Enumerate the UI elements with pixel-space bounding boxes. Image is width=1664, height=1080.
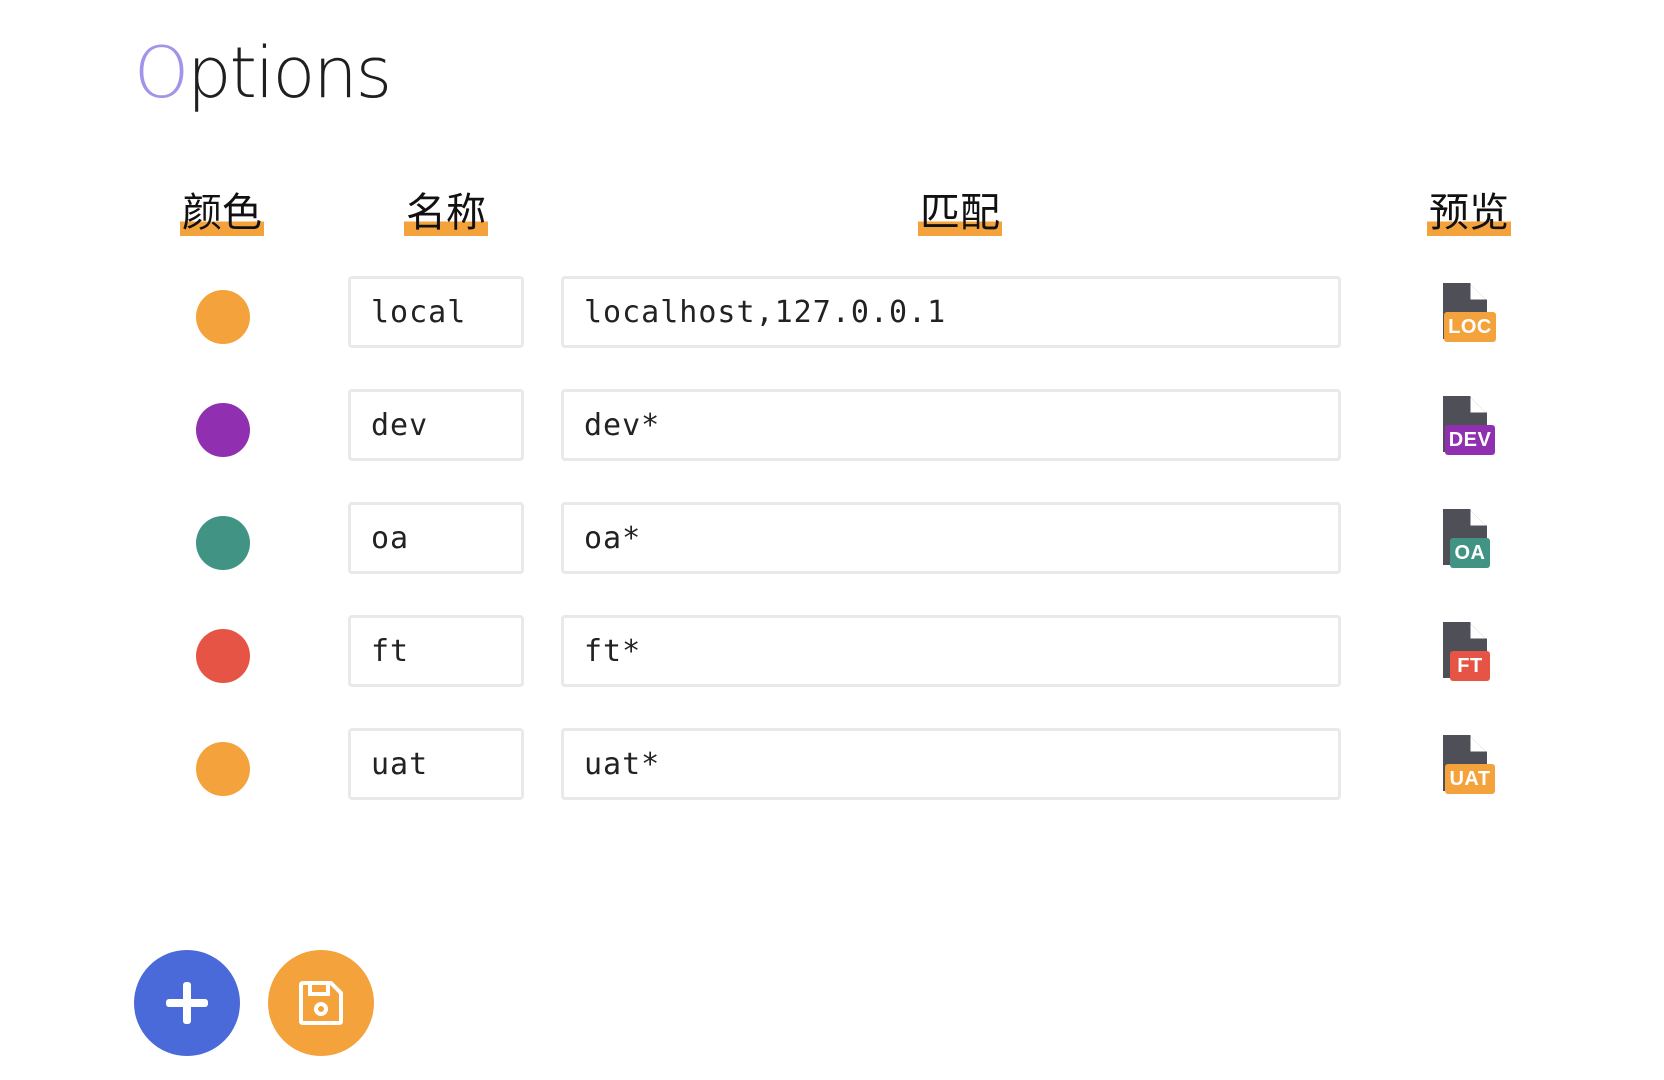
preview-badge: OA xyxy=(1450,538,1490,568)
page-title-initial: O xyxy=(134,32,189,114)
option-row: UAT xyxy=(0,728,1664,810)
preview-badge: LOC xyxy=(1444,312,1496,342)
match-input[interactable] xyxy=(561,615,1341,687)
page-title: Options xyxy=(134,28,392,118)
name-input[interactable] xyxy=(348,502,524,574)
option-row: DEV xyxy=(0,389,1664,471)
preview-badge: UAT xyxy=(1445,764,1495,794)
column-header-color: 颜色 xyxy=(171,190,273,250)
name-input[interactable] xyxy=(348,276,524,348)
name-input[interactable] xyxy=(348,389,524,461)
floppy-disk-icon xyxy=(299,981,343,1025)
color-swatch[interactable] xyxy=(196,742,250,796)
column-header-color-label: 颜色 xyxy=(180,190,264,236)
column-header-name: 名称 xyxy=(396,190,496,250)
save-button[interactable] xyxy=(268,950,374,1056)
color-swatch[interactable] xyxy=(196,629,250,683)
add-button[interactable] xyxy=(134,950,240,1056)
preview-icon: OA xyxy=(1432,509,1508,571)
option-row: LOC xyxy=(0,276,1664,358)
match-input[interactable] xyxy=(561,728,1341,800)
page-title-rest: ptions xyxy=(187,32,392,114)
name-input[interactable] xyxy=(348,728,524,800)
preview-icon: FT xyxy=(1432,622,1508,684)
preview-badge: DEV xyxy=(1444,425,1496,455)
column-header-preview: 预览 xyxy=(1419,190,1519,250)
column-header-preview-label: 预览 xyxy=(1427,190,1511,236)
match-input[interactable] xyxy=(561,389,1341,461)
preview-icon: DEV xyxy=(1432,396,1508,458)
column-header-name-label: 名称 xyxy=(404,190,488,236)
column-header-match-label: 匹配 xyxy=(918,190,1002,236)
preview-badge: FT xyxy=(1450,651,1490,681)
preview-icon: UAT xyxy=(1432,735,1508,797)
option-row: OA xyxy=(0,502,1664,584)
color-swatch[interactable] xyxy=(196,403,250,457)
match-input[interactable] xyxy=(561,502,1341,574)
color-swatch[interactable] xyxy=(196,290,250,344)
preview-icon: LOC xyxy=(1432,283,1508,345)
match-input[interactable] xyxy=(561,276,1341,348)
column-header-match: 匹配 xyxy=(910,190,1010,250)
plus-icon xyxy=(166,982,208,1024)
name-input[interactable] xyxy=(348,615,524,687)
color-swatch[interactable] xyxy=(196,516,250,570)
option-row: FT xyxy=(0,615,1664,697)
